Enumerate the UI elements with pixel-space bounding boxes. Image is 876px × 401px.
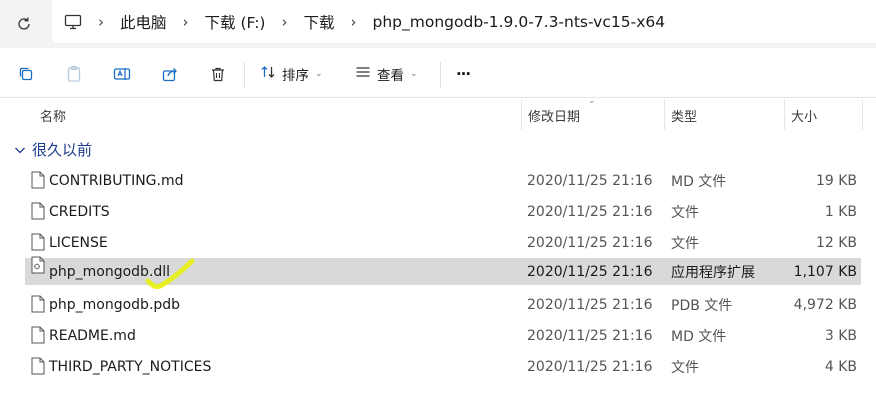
breadcrumb-this-pc[interactable]: 此电脑 [120, 11, 167, 33]
file-size: 1 KB [824, 203, 857, 220]
file-row[interactable]: README.md 2020/11/25 21:16 MD 文件 3 KB [0, 320, 876, 351]
file-modified: 2020/11/25 21:16 [527, 234, 653, 251]
view-label: 查看 [377, 68, 404, 84]
file-name: LICENSE [49, 234, 108, 251]
breadcrumb-downloads[interactable]: 下载 [303, 11, 334, 33]
file-list: CONTRIBUTING.md 2020/11/25 21:16 MD 文件 1… [0, 165, 876, 382]
paste-icon[interactable] [62, 60, 86, 88]
column-divider[interactable] [862, 100, 863, 130]
group-header[interactable]: 很久以前 [14, 138, 92, 160]
column-divider[interactable] [521, 100, 522, 130]
file-modified: 2020/11/25 21:16 [527, 203, 653, 220]
sort-icon [260, 64, 276, 84]
chevron-right-icon[interactable]: › [82, 13, 120, 31]
column-divider[interactable] [664, 100, 665, 130]
chevron-right-icon[interactable]: › [335, 13, 373, 31]
rename-icon[interactable] [110, 60, 134, 88]
document-icon [31, 357, 45, 375]
address-bar[interactable]: › 此电脑 › 下载 (F:) › 下载 › php_mongodb-1.9.0… [52, 0, 876, 43]
more-options-button[interactable]: ··· [452, 60, 474, 88]
column-header: 名称 修改日期 类型 大小 [0, 100, 876, 130]
file-name: php_mongodb.dll [49, 263, 171, 280]
file-size: 12 KB [815, 234, 857, 251]
computer-icon [64, 13, 82, 31]
copy-icon[interactable] [14, 60, 38, 88]
file-name: CREDITS [49, 203, 110, 220]
file-type: PDB 文件 [671, 297, 733, 314]
view-list-icon [355, 64, 371, 84]
file-size: 3 KB [824, 327, 857, 344]
chevron-down-icon [14, 140, 26, 159]
address-bar-strip: › 此电脑 › 下载 (F:) › 下载 › php_mongodb-1.9.0… [0, 0, 876, 48]
sort-indicator-icon: ⌄ [588, 96, 596, 106]
file-size: 1,107 KB [793, 263, 857, 280]
file-type: 文件 [671, 204, 699, 221]
group-label: 很久以前 [32, 140, 93, 159]
toolbar-divider [440, 62, 441, 88]
file-modified: 2020/11/25 21:16 [527, 296, 653, 313]
column-size[interactable]: 大小 [791, 100, 817, 130]
file-type: MD 文件 [671, 328, 727, 345]
document-icon [31, 233, 45, 251]
file-modified: 2020/11/25 21:16 [527, 172, 653, 189]
file-type: 文件 [671, 235, 699, 252]
delete-icon[interactable] [206, 60, 230, 88]
document-icon [31, 326, 45, 344]
file-size: 19 KB [815, 172, 857, 189]
view-button[interactable]: 查看 ⌄ [355, 60, 427, 88]
column-name[interactable]: 名称 [40, 100, 66, 130]
file-type: MD 文件 [671, 173, 727, 190]
file-size: 4,972 KB [793, 296, 857, 313]
file-size: 4 KB [824, 358, 857, 375]
column-divider[interactable] [784, 100, 785, 130]
document-icon [31, 202, 45, 220]
file-type: 文件 [671, 359, 699, 376]
column-modified[interactable]: 修改日期 [528, 100, 580, 130]
file-row[interactable]: THIRD_PARTY_NOTICES 2020/11/25 21:16 文件 … [0, 351, 876, 382]
chevron-right-icon[interactable]: › [167, 13, 205, 31]
file-modified: 2020/11/25 21:16 [527, 358, 653, 375]
chevron-right-icon[interactable]: › [265, 13, 303, 31]
file-name: php_mongodb.pdb [49, 296, 181, 313]
file-row[interactable]: php_mongodb.pdb 2020/11/25 21:16 PDB 文件 … [0, 289, 876, 320]
file-row[interactable]: CONTRIBUTING.md 2020/11/25 21:16 MD 文件 1… [0, 165, 876, 196]
chevron-down-icon: ⌄ [410, 69, 418, 79]
document-icon [31, 171, 45, 189]
chevron-down-icon: ⌄ [315, 69, 323, 79]
refresh-icon[interactable] [13, 13, 35, 35]
file-modified: 2020/11/25 21:16 [527, 263, 653, 280]
sort-label: 排序 [282, 68, 309, 84]
dll-file-icon [31, 256, 45, 274]
breadcrumb-current-folder[interactable]: php_mongodb-1.9.0-7.3-nts-vc15-x64 [373, 13, 666, 31]
file-row-selected[interactable]: php_mongodb.dll 2020/11/25 21:16 应用程序扩展 … [0, 256, 876, 289]
file-name: CONTRIBUTING.md [49, 172, 184, 189]
sort-button[interactable]: 排序 ⌄ [260, 60, 332, 88]
toolbar-divider [244, 62, 245, 88]
file-name: THIRD_PARTY_NOTICES [49, 358, 212, 375]
breadcrumb-drive-f[interactable]: 下载 (F:) [205, 11, 266, 33]
file-row[interactable]: LICENSE 2020/11/25 21:16 文件 12 KB [0, 227, 876, 258]
file-type: 应用程序扩展 [671, 264, 755, 281]
file-name: README.md [49, 327, 136, 344]
share-icon[interactable] [158, 60, 182, 88]
command-bar: 排序 ⌄ 查看 ⌄ ··· [0, 50, 876, 98]
column-type[interactable]: 类型 [671, 100, 697, 130]
file-modified: 2020/11/25 21:16 [527, 327, 653, 344]
document-icon [31, 295, 45, 313]
file-row[interactable]: CREDITS 2020/11/25 21:16 文件 1 KB [0, 196, 876, 227]
